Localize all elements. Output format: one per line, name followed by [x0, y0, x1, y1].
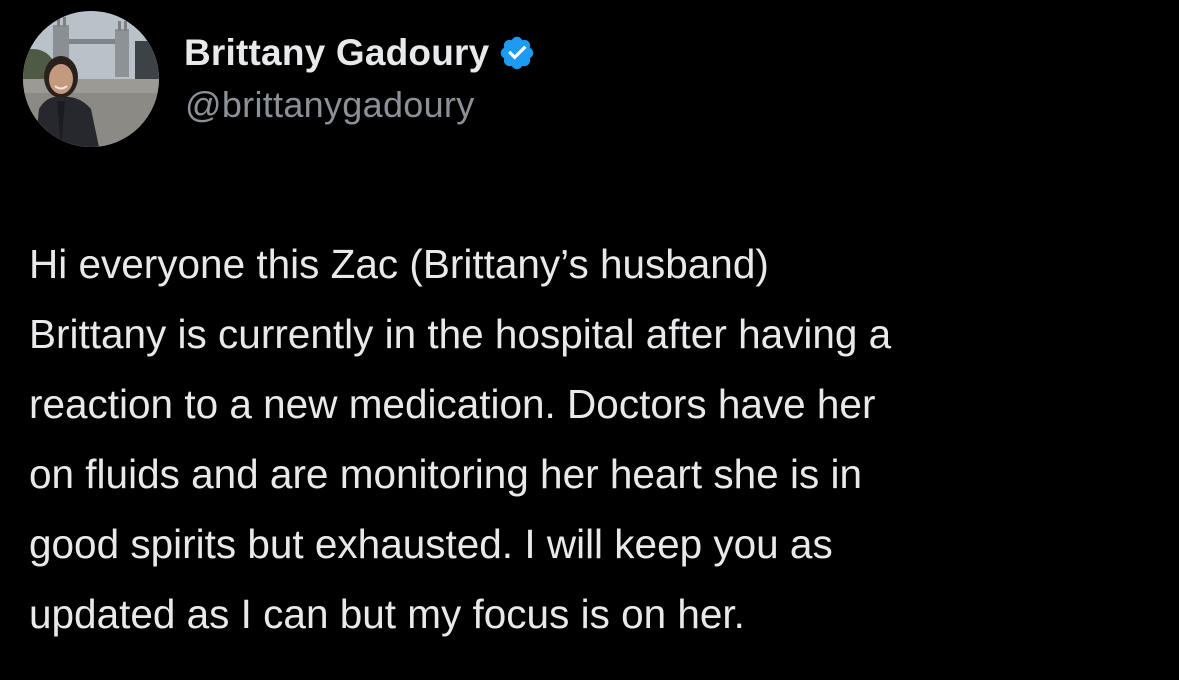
avatar-photo — [23, 11, 159, 147]
tweet-text-line: Brittany is currently in the hospital af… — [29, 311, 892, 357]
verified-badge-icon[interactable] — [498, 34, 536, 72]
tweet-text-line: updated as I can but my focus is on her. — [29, 591, 745, 637]
tweet-text-line: good spirits but exhausted. I will keep … — [29, 521, 833, 567]
tweet-text-line: Hi everyone this Zac (Brittany’s husband… — [29, 241, 769, 287]
tweet-card: Brittany Gadoury @brittanygadoury Hi eve… — [0, 0, 1179, 680]
avatar[interactable] — [23, 11, 159, 147]
author-handle[interactable]: @brittanygadoury — [185, 84, 475, 126]
tweet-text: Hi everyone this Zac (Brittany’s husband… — [29, 229, 1154, 649]
tweet-text-line: on fluids and are monitoring her heart s… — [29, 451, 862, 497]
author-name-row: Brittany Gadoury — [184, 28, 536, 78]
author-display-name[interactable]: Brittany Gadoury — [184, 32, 489, 74]
tweet-text-line: reaction to a new medication. Doctors ha… — [29, 381, 876, 427]
